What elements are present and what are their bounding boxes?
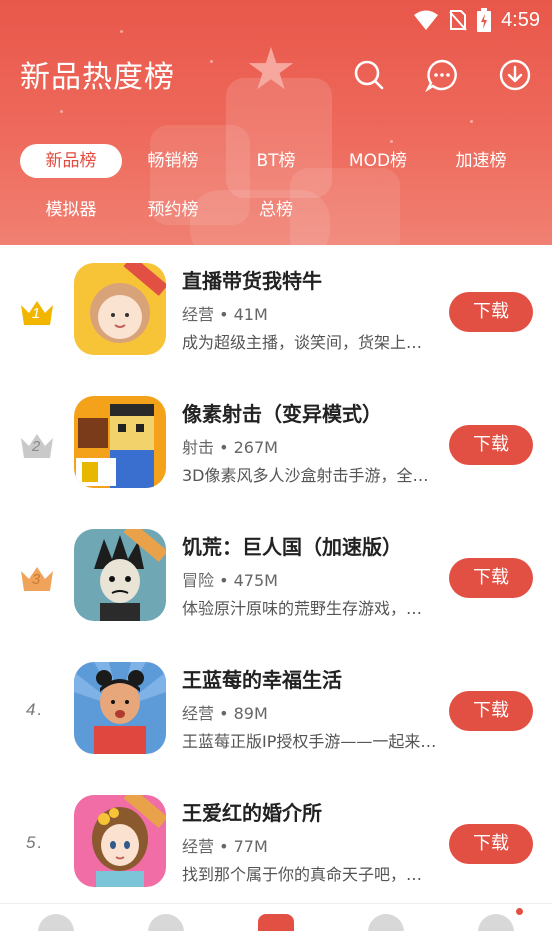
list-item[interactable]: 2 像素射击（变异模式） 射击 • 267M 3D像素风多人沙盒射击手游，全新变… (0, 378, 552, 511)
clock: 4:59 (501, 8, 540, 31)
tab-overall[interactable]: 总榜 (240, 193, 312, 227)
download-button[interactable]: 下载 (449, 425, 533, 465)
status-bar: 4:59 (413, 6, 540, 34)
message-icon (425, 59, 457, 92)
rank-number: 2 (31, 438, 41, 455)
star-decoration-icon: ★ (245, 35, 297, 103)
tab-mod[interactable]: MOD榜 (338, 144, 418, 178)
download-manager-button[interactable] (498, 58, 532, 92)
tab-reservation[interactable]: 预约榜 (134, 193, 212, 227)
app-name: 王蓝莓的幸福生活 (182, 668, 342, 692)
app-meta: 冒险 • 475M (182, 567, 278, 591)
rank-tabs-row-1: 新品榜 畅销榜 BT榜 MOD榜 加速榜 (0, 144, 552, 180)
cartoon-woman-icon (74, 662, 166, 754)
game-icon[interactable] (148, 914, 184, 931)
app-category: 冒险 (182, 571, 215, 590)
cartoon-bride-icon (74, 795, 166, 887)
app-icon[interactable] (74, 795, 166, 887)
app-name: 像素射击（变异模式） (182, 402, 382, 426)
rank-badge: 1 (18, 297, 56, 329)
page-title: 新品热度榜 (20, 60, 175, 95)
header: ★ 4:59 新品热度榜 新品榜 畅销榜 BT榜 MOD榜 加速榜 模拟器 预约… (0, 0, 552, 245)
rank-badge: 3 (18, 563, 56, 595)
rank-badge: 2 (18, 430, 56, 462)
tab-new[interactable]: 新品榜 (20, 144, 122, 178)
app-name: 直播带货我特牛 (182, 269, 322, 293)
tab-accelerated[interactable]: 加速榜 (442, 144, 520, 178)
list-item[interactable]: 5. 王爱红的婚介所 经营 • 77M 找到那个属于你的真命天子吧，婚介所开张啦… (0, 777, 552, 910)
app-category: 经营 (182, 305, 215, 324)
app-size: 267M (233, 438, 278, 457)
cartoon-girl-icon (74, 263, 166, 355)
download-button[interactable]: 下载 (449, 824, 533, 864)
sparkle-decoration (210, 60, 213, 63)
search-icon (354, 60, 384, 90)
profile-icon[interactable] (478, 914, 514, 931)
app-icon[interactable] (74, 529, 166, 621)
app-icon[interactable] (74, 396, 166, 488)
rank-tabs-row-2: 模拟器 预约榜 总榜 (0, 193, 552, 229)
list-item[interactable]: 3 饥荒：巨人国（加速版） 冒险 • 475M 体验原汁原味的荒野生存游戏，挑战… (0, 511, 552, 644)
rank-number: 1 (31, 305, 41, 322)
notification-dot (516, 908, 523, 915)
list-item[interactable]: 4. 王蓝莓的幸福生活 经营 • 89M 王蓝莓正版IP授权手游——一起来过幸福… (0, 644, 552, 777)
download-button[interactable]: 下载 (449, 691, 533, 731)
wifi-icon (414, 10, 439, 30)
sparkle-decoration (470, 120, 473, 123)
tab-bt[interactable]: BT榜 (240, 144, 312, 178)
app-meta: 射击 • 267M (182, 434, 278, 458)
app-description: 找到那个属于你的真命天子吧，婚介所开张啦 (182, 865, 437, 884)
home-icon[interactable] (38, 914, 74, 931)
download-manager-icon (499, 59, 531, 91)
download-button[interactable]: 下载 (449, 558, 533, 598)
rank-icon[interactable] (258, 914, 294, 931)
tab-bestselling[interactable]: 畅销榜 (134, 144, 212, 178)
app-meta: 经营 • 77M (182, 833, 268, 857)
download-button[interactable]: 下载 (449, 292, 533, 332)
app-category: 经营 (182, 837, 215, 856)
meta-separator: • (214, 305, 234, 324)
community-icon[interactable] (368, 914, 404, 931)
no-sim-icon (449, 10, 467, 31)
app-description: 3D像素风多人沙盒射击手游，全新变异模式 (182, 466, 437, 485)
bottom-nav (0, 903, 552, 931)
app-size: 89M (233, 704, 268, 723)
list-item[interactable]: 1 直播带货我特牛 经营 • 41M 成为超级主播，谈笑间，货架上的商品一售而空… (0, 245, 552, 378)
battery-charging-icon (477, 8, 492, 32)
sparkle-decoration (120, 30, 123, 33)
dont-starve-character-icon (74, 529, 166, 621)
app-description: 成为超级主播，谈笑间，货架上的商品一售而空 (182, 333, 437, 352)
sparkle-decoration (60, 110, 63, 113)
meta-separator: • (214, 704, 234, 723)
app-size: 77M (233, 837, 268, 856)
search-button[interactable] (352, 58, 386, 92)
app-meta: 经营 • 89M (182, 700, 268, 724)
app-description: 王蓝莓正版IP授权手游——一起来过幸福生活 (182, 732, 437, 751)
sparkle-decoration (390, 140, 393, 143)
meta-separator: • (214, 571, 234, 590)
app-icon[interactable] (74, 263, 166, 355)
app-category: 经营 (182, 704, 215, 723)
rank-number: 3 (31, 571, 41, 588)
app-meta: 经营 • 41M (182, 301, 268, 325)
rank-number: 4. (26, 700, 45, 719)
app-description: 体验原汁原味的荒野生存游戏，挑战生存极限 (182, 599, 437, 618)
app-icon[interactable] (74, 662, 166, 754)
meta-separator: • (214, 438, 234, 457)
meta-separator: • (214, 837, 234, 856)
pixel-character-icon (74, 396, 166, 488)
app-size: 41M (233, 305, 268, 324)
rank-number: 5. (26, 833, 45, 852)
app-category: 射击 (182, 438, 215, 457)
app-size: 475M (233, 571, 278, 590)
app-name: 饥荒：巨人国（加速版） (182, 535, 402, 559)
tab-emulator[interactable]: 模拟器 (32, 193, 110, 227)
message-button[interactable] (425, 58, 459, 92)
app-name: 王爱红的婚介所 (182, 801, 322, 825)
